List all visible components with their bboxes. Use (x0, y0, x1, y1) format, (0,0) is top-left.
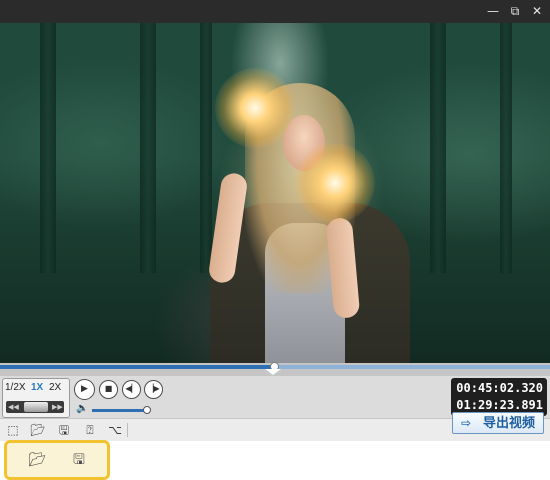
stop-button[interactable]: ■ (99, 380, 118, 399)
next-button[interactable]: ▕▶ (144, 380, 163, 399)
maximize-icon[interactable]: ⧉ (504, 0, 526, 23)
time-display: 00:45:02.320 01:29:23.891 (451, 378, 547, 416)
save-icon[interactable]: 🖫︎ (69, 452, 89, 468)
seek-marker (265, 369, 281, 375)
close-icon[interactable]: ✕ (526, 0, 548, 23)
tree-trunk (40, 23, 56, 273)
play-icon: ▶ (81, 384, 88, 394)
toolbar-divider (127, 423, 128, 437)
seek-bar[interactable] (0, 362, 550, 376)
seek-progress (0, 365, 275, 369)
speed-1x-button[interactable]: 1X (31, 381, 43, 395)
open-folder-icon[interactable]: 📂︎ (30, 422, 46, 438)
play-button[interactable]: ▶ (74, 379, 95, 400)
tree-trunk (200, 23, 212, 273)
sparkler-right (295, 143, 375, 223)
speed-2x-button[interactable]: 2X (49, 381, 61, 395)
fast-forward-icon[interactable]: ▶▶ (52, 401, 63, 413)
export-video-button[interactable]: ⇨ 导出视频 (452, 412, 544, 434)
next-icon: ▕▶ (147, 384, 160, 393)
subtitle-icon[interactable]: ⬚ (5, 422, 21, 438)
open-folder-icon[interactable]: 📂︎ (27, 452, 47, 468)
volume-slider[interactable] (92, 406, 152, 414)
sparkler-left (215, 68, 295, 148)
previous-button[interactable]: ◀▏ (122, 380, 141, 399)
total-time: 01:29:23.891 (456, 398, 543, 412)
export-video-label: 导出视频 (483, 415, 536, 430)
speed-slider[interactable]: ◀◀ ▶▶ (6, 401, 64, 413)
title-bar: — ⧉ ✕ (0, 0, 550, 23)
tree-trunk (140, 23, 156, 273)
rewind-icon[interactable]: ◀◀ (8, 401, 19, 413)
video-frame[interactable] (0, 23, 550, 363)
previous-icon: ◀▏ (125, 384, 138, 393)
speed-half-button[interactable]: 1/2X (5, 381, 26, 395)
export-icon: ⇨ (461, 416, 472, 430)
highlight-callout: 📂︎ 🖫︎ (4, 440, 110, 480)
speed-slider-handle[interactable] (24, 402, 48, 412)
save-icon[interactable]: 🖫︎ (56, 422, 72, 438)
share-icon[interactable]: ⌥ (107, 422, 123, 438)
volume-level (92, 409, 148, 412)
help-icon[interactable]: ⍰ (82, 422, 98, 438)
current-time: 00:45:02.320 (456, 381, 543, 395)
speed-control: 1/2X 1X 2X ◀◀ ▶▶ (2, 378, 70, 418)
tree-trunk (500, 23, 512, 273)
volume-handle[interactable] (143, 406, 152, 414)
stop-icon: ■ (104, 384, 113, 393)
minimize-icon[interactable]: — (482, 0, 504, 23)
volume-icon[interactable]: 🔈 (76, 404, 88, 414)
tree-trunk (430, 23, 446, 273)
